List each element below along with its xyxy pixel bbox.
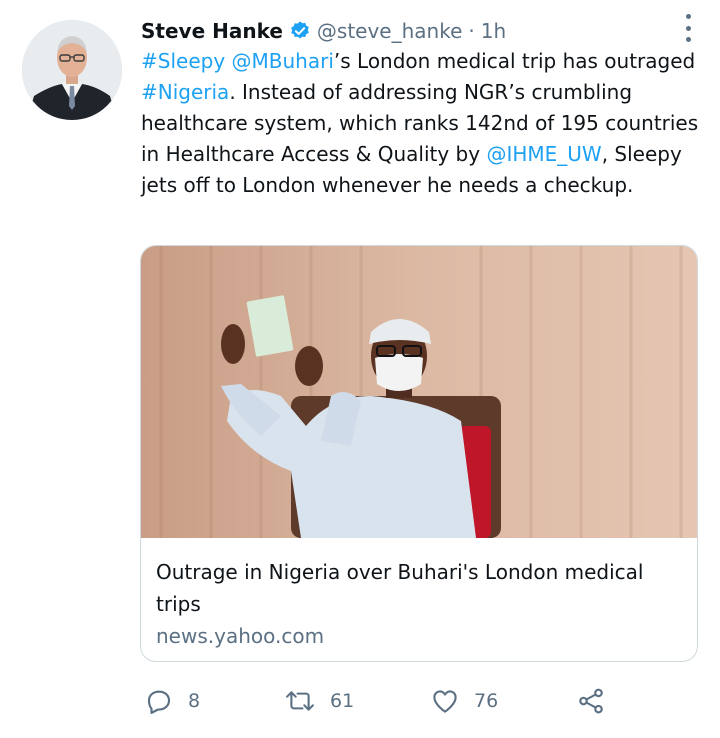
- card-image: [141, 246, 697, 538]
- reply-button[interactable]: 8: [144, 684, 200, 718]
- like-button[interactable]: 76: [430, 684, 498, 718]
- card-domain: news.yahoo.com: [156, 624, 325, 648]
- more-options-icon[interactable]: [682, 14, 694, 42]
- tweet-text-part: ’s London medical trip has outraged: [333, 49, 696, 73]
- tweet: Steve Hanke @steve_hanke · 1h #Sleepy @M…: [0, 0, 720, 738]
- hashtag-sleepy[interactable]: #Sleepy: [141, 49, 225, 73]
- link-preview-card[interactable]: Outrage in Nigeria over Buhari's London …: [140, 245, 698, 662]
- tweet-text: #Sleepy @MBuhari’s London medical trip h…: [141, 46, 701, 201]
- tweet-actions: 8 61 76: [144, 684, 624, 718]
- retweet-icon: [284, 686, 316, 716]
- author-handle[interactable]: @steve_hanke: [317, 19, 463, 43]
- hashtag-nigeria[interactable]: #Nigeria: [141, 80, 229, 104]
- separator-dot: ·: [468, 19, 475, 43]
- share-button[interactable]: [576, 684, 606, 718]
- verified-badge-icon: [289, 20, 311, 42]
- retweet-button[interactable]: 61: [284, 684, 354, 718]
- heart-icon: [430, 686, 460, 716]
- like-count: 76: [474, 690, 499, 712]
- author-name[interactable]: Steve Hanke: [141, 19, 283, 43]
- card-title[interactable]: Outrage in Nigeria over Buhari's London …: [156, 556, 676, 620]
- avatar[interactable]: [22, 20, 122, 120]
- reply-icon: [144, 686, 174, 716]
- tweet-header: Steve Hanke @steve_hanke · 1h: [141, 16, 506, 46]
- share-icon: [576, 686, 606, 716]
- mention-mbuhari[interactable]: @MBuhari: [232, 49, 334, 73]
- timestamp[interactable]: 1h: [481, 19, 506, 43]
- retweet-count: 61: [330, 690, 355, 712]
- card-text: Outrage in Nigeria over Buhari's London …: [156, 556, 676, 652]
- mention-ihme-uw[interactable]: @IHME_UW: [486, 142, 601, 166]
- reply-count: 8: [188, 690, 201, 712]
